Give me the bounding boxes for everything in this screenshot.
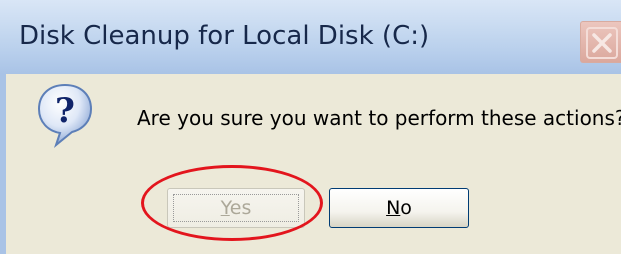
yes-button[interactable]: Yes [167,188,305,228]
question-icon: ? [37,83,93,148]
dialog-message: Are you sure you want to perform these a… [137,106,621,130]
svg-text:?: ? [55,91,75,131]
close-button[interactable] [580,21,621,63]
window-border [0,74,6,254]
no-button[interactable]: No [329,188,469,228]
dialog-title: Disk Cleanup for Local Disk (C:) [19,21,430,51]
title-bar[interactable]: Disk Cleanup for Local Disk (C:) [0,0,621,74]
no-button-label: o [400,197,412,219]
focus-rectangle [173,194,299,222]
no-button-mnemonic: N [386,197,401,219]
close-icon [586,27,618,59]
